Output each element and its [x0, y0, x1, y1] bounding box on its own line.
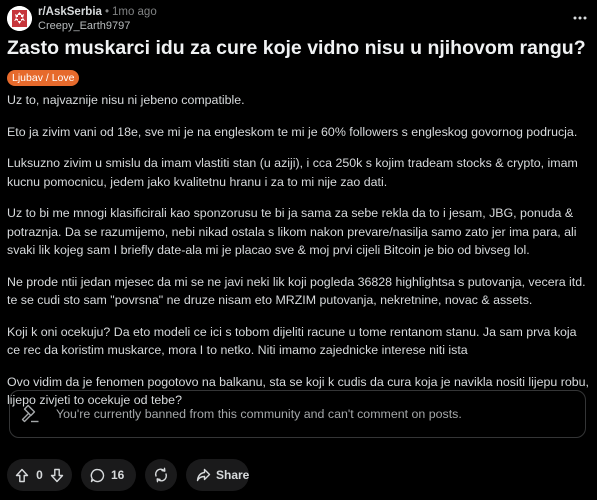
post-paragraph: Uz to, najvaznije nisu ni jebeno compati…	[7, 93, 245, 107]
subreddit-line: r/AskSerbia • 1mo ago	[38, 6, 157, 18]
share-arrow-icon	[196, 468, 211, 482]
post-paragraph: Uz to bi me mnogi klasificirali kao spon…	[7, 206, 577, 257]
post-paragraph: Ne prode ntii jedan mjesec da mi se ne j…	[7, 274, 586, 308]
share-label: Share	[216, 468, 250, 482]
share-button[interactable]: Share	[186, 459, 249, 491]
banned-message: You're currently banned from this commun…	[56, 407, 462, 421]
post-title: Zasto muskarci idu za cure koje vidno ni…	[7, 37, 586, 59]
post-actions: 0 16 Share	[7, 459, 249, 491]
post-time: 1mo ago	[111, 6, 157, 18]
post-paragraph: Eto ja zivim vani od 18e, sve mi je na e…	[7, 124, 578, 139]
post-header: r/AskSerbia • 1mo ago Creepy_Earth9797	[7, 4, 590, 32]
comments-button[interactable]: 16	[81, 459, 136, 491]
serbian-coat-of-arms-icon	[7, 6, 32, 31]
banned-notice: You're currently banned from this commun…	[9, 390, 586, 438]
post-body: Uz to, najvaznije nisu ni jebeno compati…	[7, 91, 590, 423]
repost-button[interactable]	[145, 459, 177, 491]
upvote-arrow-icon[interactable]	[15, 468, 29, 483]
more-horizontal-icon	[573, 16, 587, 20]
comment-count: 16	[111, 468, 125, 482]
post-paragraph: Luksuzno zivim u smislu da imam vlastiti…	[7, 156, 578, 189]
subreddit-name[interactable]: r/AskSerbia	[38, 6, 102, 18]
comment-bubble-icon	[90, 468, 105, 483]
gavel-icon	[20, 404, 40, 424]
more-options-button[interactable]	[570, 8, 590, 28]
post-paragraph: Koji k oni ocekuju? Da eto modeli ce ici…	[7, 324, 577, 358]
vote-count: 0	[36, 468, 43, 482]
subreddit-avatar[interactable]	[7, 6, 32, 31]
username[interactable]: Creepy_Earth9797	[38, 20, 130, 32]
separator-dot: •	[104, 6, 109, 18]
vote-control: 0	[7, 459, 72, 491]
post-flair[interactable]: Ljubav / Love	[7, 70, 80, 86]
repost-icon	[153, 467, 169, 483]
downvote-arrow-icon[interactable]	[50, 468, 64, 483]
